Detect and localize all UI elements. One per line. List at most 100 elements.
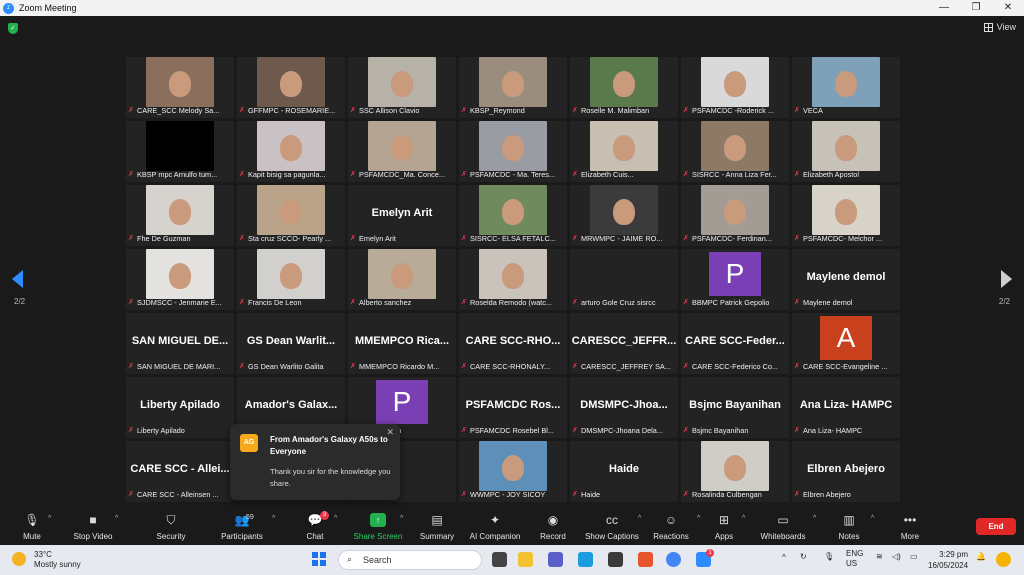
participant-tile[interactable]: Haide ✗ Haide xyxy=(570,441,678,502)
participant-tile[interactable]: A ✗ CARE SCC-Evangeline ... xyxy=(792,313,900,374)
participant-tile[interactable]: ✗ Kapit bisig sa pagunla... xyxy=(237,121,345,182)
participant-tile[interactable]: ✗ VECA xyxy=(792,57,900,118)
participants-button[interactable]: 👥 59 Participants ^ xyxy=(210,509,275,544)
store-icon[interactable] xyxy=(608,552,623,567)
close-button[interactable]: ✕ xyxy=(992,0,1024,16)
maximize-button[interactable]: ❐ xyxy=(960,0,992,16)
teams-icon[interactable] xyxy=(548,552,563,567)
participant-tile[interactable]: ✗ Rosalinda Culbengan xyxy=(681,441,789,502)
participant-tile[interactable]: ✗ PSFAMCDC - Ma. Teres... xyxy=(459,121,567,182)
apps-caret-icon[interactable]: ^ xyxy=(742,515,745,522)
participant-tile[interactable]: ✗ Fhe De Guzman xyxy=(126,185,234,246)
edge-icon[interactable] xyxy=(578,552,593,567)
more-button[interactable]: ••• More xyxy=(878,509,942,544)
task-view-icon[interactable] xyxy=(492,552,507,567)
participant-name: KBSP_Reymond xyxy=(470,106,525,115)
sync-icon[interactable]: ↻ xyxy=(800,552,807,561)
participant-name-label: ✗ CARESCC_JEFFREY SA... xyxy=(572,361,676,372)
whiteboards-caret-icon[interactable]: ^ xyxy=(813,515,816,522)
participant-tile[interactable]: ✗ MRWMPC - JAIME RO... xyxy=(570,185,678,246)
language-indicator[interactable]: ENG US xyxy=(846,549,863,569)
muted-microphone-icon: ✗ xyxy=(572,298,578,306)
record-button[interactable]: ◉ Record xyxy=(521,509,585,544)
notes-caret-icon[interactable]: ^ xyxy=(871,515,874,522)
notes-button[interactable]: ▥ Notes ^ xyxy=(817,509,881,544)
participant-name: GS Dean Warlito Galita xyxy=(248,362,324,371)
participant-tile[interactable]: ✗ KBSP_Reymond xyxy=(459,57,567,118)
participant-tile[interactable]: P ✗ BBMPC Patrick Gepolio xyxy=(681,249,789,310)
participant-tile[interactable]: DMSMPC-Jhoa... ✗ DMSMPC-Jhoana Dela... xyxy=(570,377,678,438)
close-icon[interactable]: ✕ xyxy=(386,427,394,438)
participant-tile[interactable]: ✗ PSFAMCDC- Melchor ... xyxy=(792,185,900,246)
notification-bell-icon[interactable]: 🔔 xyxy=(976,552,986,561)
stop-video-button[interactable]: ■ Stop Video ^ xyxy=(61,509,125,544)
participant-tile[interactable]: ✗ WWMPC - JOY SICOY xyxy=(459,441,567,502)
participant-tile[interactable]: ✗ SISRCC - Anna Liza Fer... xyxy=(681,121,789,182)
participant-tile[interactable]: ✗ KBSP mpc Arnulfo tum... xyxy=(126,121,234,182)
participant-tile[interactable]: ✗ Elizabeth Cuis... xyxy=(570,121,678,182)
participant-tile[interactable]: ✗ SSC Allison Clavio xyxy=(348,57,456,118)
participant-tile[interactable]: Bsjmc Bayanihan ✗ Bsjmc Bayanihan xyxy=(681,377,789,438)
chat-button[interactable]: 💬 3 Chat ^ xyxy=(283,509,347,544)
participant-tile[interactable]: ✗ PSFAMCDC- Ferdinan... xyxy=(681,185,789,246)
video-options-caret-icon[interactable]: ^ xyxy=(115,515,118,522)
battery-icon[interactable]: ▭ xyxy=(910,552,918,561)
participant-tile[interactable]: Ana Liza- HAMPC ✗ Ana Liza- HAMPC xyxy=(792,377,900,438)
file-explorer-icon[interactable] xyxy=(518,552,533,567)
taskbar-clock[interactable]: 3:29 pm 16/05/2024 xyxy=(928,549,968,571)
participant-tile[interactable]: PSFAMCDC Ros... ✗ PSFAMCDC Rosebel Bl... xyxy=(459,377,567,438)
end-meeting-button[interactable]: End xyxy=(976,518,1016,535)
participant-tile[interactable]: Emelyn Arit ✗ Emelyn Arit xyxy=(348,185,456,246)
tray-microphone-icon[interactable]: 🎙 xyxy=(824,552,834,561)
chrome-icon[interactable] xyxy=(666,552,681,567)
security-shield-icon[interactable]: ✓ xyxy=(8,23,18,34)
participant-tile[interactable]: CARE SCC - Allei... ✗ CARE SCC - Alleinsen… xyxy=(126,441,234,502)
participant-tile[interactable]: ✗ Elizabeth Apostol xyxy=(792,121,900,182)
share-screen-button[interactable]: ↑ Share Screen ^ xyxy=(346,509,410,544)
participant-tile[interactable]: Elbren Abejero ✗ Elbren Abejero xyxy=(792,441,900,502)
taskbar-search[interactable]: ⌕ Search xyxy=(338,550,482,570)
windows-start-icon[interactable] xyxy=(312,552,326,566)
participant-tile[interactable]: ✗ CARE_SCC Melody Sa... xyxy=(126,57,234,118)
participant-tile[interactable]: Liberty Apilado ✗ Liberty Apilado xyxy=(126,377,234,438)
apps-button[interactable]: ⊞ Apps ^ xyxy=(692,509,756,544)
participant-tile[interactable]: ✗ Francis De Leon xyxy=(237,249,345,310)
chat-caret-icon[interactable]: ^ xyxy=(334,515,337,522)
minimize-button[interactable]: — xyxy=(928,0,960,16)
participant-tile[interactable]: ✗ PSFAMCDC_Ma. Conce... xyxy=(348,121,456,182)
participant-tile[interactable]: GS Dean Warlit... ✗ GS Dean Warlito Galita xyxy=(237,313,345,374)
whiteboards-button[interactable]: ▭ Whiteboards ^ xyxy=(751,509,817,544)
next-page-arrow-icon[interactable] xyxy=(1001,270,1012,288)
show-captions-button[interactable]: cc Show Captions ^ xyxy=(580,509,644,544)
wifi-icon[interactable]: ≋ xyxy=(876,552,883,561)
participant-tile[interactable]: ✗ Alberto sanchez xyxy=(348,249,456,310)
participant-tile[interactable]: ✗ SJDMSCC - Jenmarie E... xyxy=(126,249,234,310)
participant-tile[interactable]: SAN MIGUEL DE... ✗ SAN MIGUEL DE MARI... xyxy=(126,313,234,374)
mute-button[interactable]: 🎙 Mute ^ xyxy=(0,509,64,544)
participant-tile[interactable]: ✗ Roselda Remodo (watc... xyxy=(459,249,567,310)
ai-companion-button[interactable]: ✦ AI Companion xyxy=(463,509,527,544)
participant-tile[interactable]: ✗ SISRCC- ELSA FETALC... xyxy=(459,185,567,246)
office-icon[interactable] xyxy=(638,552,653,567)
participants-caret-icon[interactable]: ^ xyxy=(272,515,275,522)
copilot-icon[interactable] xyxy=(996,552,1011,567)
mute-options-caret-icon[interactable]: ^ xyxy=(48,515,51,522)
participant-tile[interactable]: CARESCC_JEFFR... ✗ CARESCC_JEFFREY SA... xyxy=(570,313,678,374)
participant-tile[interactable]: ✗ GFFMPC - ROSEMARIE... xyxy=(237,57,345,118)
participant-tile[interactable]: ✗ arturo Gole Cruz sisrcc xyxy=(570,249,678,310)
summary-button[interactable]: ▤ Summary xyxy=(405,509,469,544)
participant-tile[interactable]: ✗ PSFAMCDC -Roderick ... xyxy=(681,57,789,118)
participant-tile[interactable]: Maylene demol ✗ Maylene demol xyxy=(792,249,900,310)
previous-page-arrow-icon[interactable] xyxy=(12,270,23,288)
participant-tile[interactable]: CARE SCC-RHO... ✗ CARE SCC-RHONALY... xyxy=(459,313,567,374)
participant-tile[interactable]: ✗ Roselle M. Malimban xyxy=(570,57,678,118)
chat-notification[interactable]: AG From Amador's Galaxy A50s to Everyone… xyxy=(230,424,400,500)
share-caret-icon[interactable]: ^ xyxy=(400,515,403,522)
participant-tile[interactable]: ✗ Sta cruz SCCO- Pearly ... xyxy=(237,185,345,246)
participant-tile[interactable]: MMEMPCO Rica... ✗ MMEMPCO Ricardo M... xyxy=(348,313,456,374)
tray-chevron-icon[interactable]: ^ xyxy=(782,553,786,562)
volume-icon[interactable]: ◁) xyxy=(892,552,901,561)
participant-tile[interactable]: CARE SCC-Feder... ✗ CARE SCC-Federico Co..… xyxy=(681,313,789,374)
security-button[interactable]: ⛉ Security xyxy=(139,509,203,544)
view-button[interactable]: View xyxy=(983,22,1016,32)
